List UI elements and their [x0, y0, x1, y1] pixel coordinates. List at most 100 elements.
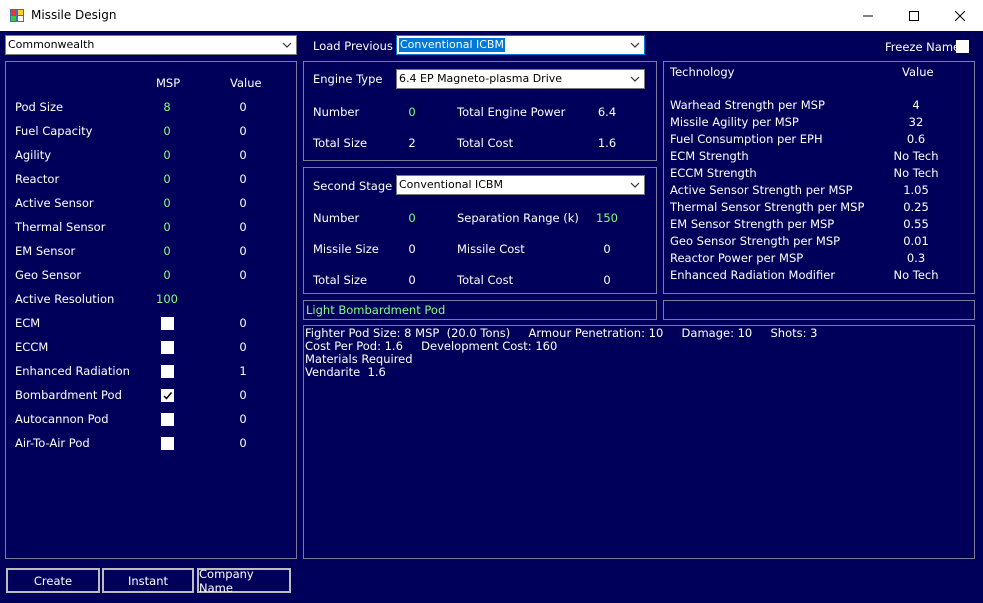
- engine-type-value: 6.4 EP Magneto-plasma Drive: [399, 72, 563, 85]
- component-msp-value[interactable]: 0: [150, 268, 184, 282]
- tech-label: Geo Sensor Strength per MSP: [670, 234, 841, 248]
- component-label: Air-To-Air Pod: [15, 436, 90, 450]
- component-msp-value[interactable]: 8: [150, 100, 184, 114]
- component-msp-value[interactable]: 100: [150, 292, 184, 306]
- missile-cost-label: Missile Cost: [457, 242, 525, 256]
- component-label: Active Sensor: [15, 196, 94, 210]
- minimize-button[interactable]: [845, 0, 891, 31]
- tech-value: No Tech: [893, 166, 939, 180]
- component-value: 0: [239, 100, 247, 114]
- tech-label: Reactor Power per MSP: [670, 251, 804, 265]
- technology-column-header: Technology: [670, 65, 735, 79]
- component-label: Reactor: [15, 172, 60, 186]
- component-msp-value[interactable]: 0: [150, 172, 184, 186]
- freeze-name-checkbox[interactable]: [956, 40, 969, 53]
- window-title: Missile Design: [31, 8, 117, 22]
- component-label: Agility: [15, 148, 52, 162]
- second-stage-total-size-value: 0: [408, 273, 416, 287]
- engine-type-select[interactable]: 6.4 EP Magneto-plasma Drive: [396, 69, 645, 89]
- component-value: 0: [239, 124, 247, 138]
- missile-size-label: Missile Size: [313, 242, 379, 256]
- engine-total-size-value: 2: [408, 136, 416, 150]
- load-previous-value: Conventional ICBM: [399, 38, 505, 52]
- maximize-button[interactable]: [891, 0, 937, 31]
- engine-total-cost-value: 1.6: [597, 136, 617, 150]
- freeze-name-label: Freeze Name: [885, 40, 961, 54]
- component-value: 0: [239, 436, 247, 450]
- tech-label: Warhead Strength per MSP: [670, 98, 825, 112]
- engine-number-value[interactable]: 0: [400, 105, 424, 119]
- tech-label: Thermal Sensor Strength per MSP: [670, 200, 865, 214]
- component-value: 0: [239, 388, 247, 402]
- summary-line: Vendarite 1.6: [305, 365, 386, 379]
- app-icon: [10, 9, 24, 22]
- component-msp-value[interactable]: 0: [150, 220, 184, 234]
- tech-value: No Tech: [893, 268, 939, 282]
- company-name-button[interactable]: Company Name: [197, 567, 291, 595]
- component-value: 0: [239, 148, 247, 162]
- component-checkbox[interactable]: [161, 413, 174, 426]
- component-value: 0: [239, 244, 247, 258]
- component-label: Bombardment Pod: [15, 388, 122, 402]
- component-msp-value[interactable]: 0: [150, 244, 184, 258]
- component-value: 0: [239, 196, 247, 210]
- tech-value: 0.01: [903, 234, 929, 248]
- second-stage-value: Conventional ICBM: [399, 178, 503, 191]
- component-checkbox[interactable]: [161, 341, 174, 354]
- component-value: 1: [239, 364, 247, 378]
- component-value: 0: [239, 220, 247, 234]
- tech-value-column-header: Value: [902, 65, 934, 79]
- total-engine-power-value: 6.4: [597, 105, 617, 119]
- second-stage-number-value[interactable]: 0: [400, 211, 424, 225]
- empire-select[interactable]: Commonwealth: [5, 35, 297, 55]
- chevron-down-icon: [282, 42, 292, 48]
- engine-number-label: Number: [313, 105, 360, 119]
- summary-panel: Fighter Pod Size: 8 MSP (20.0 Tons) Armo…: [303, 325, 975, 559]
- separation-range-value[interactable]: 150: [592, 211, 622, 225]
- second-stage-select[interactable]: Conventional ICBM: [396, 175, 645, 195]
- tech-value: 0.25: [903, 200, 929, 214]
- missile-cost-value: 0: [603, 242, 611, 256]
- component-label: EM Sensor: [15, 244, 76, 258]
- tech-value: 0.55: [903, 217, 929, 231]
- tech-label: Active Sensor Strength per MSP: [670, 183, 853, 197]
- tech-label: EM Sensor Strength per MSP: [670, 217, 835, 231]
- component-checkbox[interactable]: [161, 365, 174, 378]
- tech-value: No Tech: [893, 149, 939, 163]
- component-msp-value[interactable]: 0: [150, 124, 184, 138]
- second-stage-number-label: Number: [313, 211, 360, 225]
- check-icon: [163, 392, 173, 400]
- second-stage-total-cost-value: 0: [603, 273, 611, 287]
- instant-button[interactable]: Instant: [102, 568, 194, 593]
- component-value: 0: [239, 268, 247, 282]
- tech-value: 0.6: [906, 132, 926, 146]
- component-label: Pod Size: [15, 100, 64, 114]
- chevron-down-icon: [630, 76, 640, 82]
- tech-value: 1.05: [903, 183, 929, 197]
- second-stage-total-size-label: Total Size: [313, 273, 368, 287]
- tech-value: 4: [912, 98, 920, 112]
- separation-range-label: Separation Range (k): [457, 211, 579, 225]
- engine-total-cost-label: Total Cost: [457, 136, 514, 150]
- component-label: Autocannon Pod: [15, 412, 109, 426]
- component-checkbox[interactable]: [161, 389, 174, 402]
- value-column-header: Value: [230, 76, 262, 90]
- engine-total-size-label: Total Size: [313, 136, 368, 150]
- chevron-down-icon: [630, 42, 640, 48]
- component-checkbox[interactable]: [161, 317, 174, 330]
- component-msp-value[interactable]: 0: [150, 196, 184, 210]
- load-previous-select[interactable]: Conventional ICBM: [396, 35, 645, 55]
- secondary-name-field[interactable]: [663, 300, 975, 320]
- create-button[interactable]: Create: [6, 568, 100, 593]
- design-name-field[interactable]: Light Bombardment Pod: [303, 300, 657, 320]
- title-bar: Missile Design: [0, 0, 983, 31]
- component-label: Geo Sensor: [15, 268, 82, 282]
- component-value: 0: [239, 340, 247, 354]
- tech-value: 0.3: [906, 251, 926, 265]
- close-icon: [955, 10, 965, 21]
- component-checkbox[interactable]: [161, 437, 174, 450]
- close-button[interactable]: [937, 0, 983, 31]
- component-msp-value[interactable]: 0: [150, 148, 184, 162]
- component-value: 0: [239, 316, 247, 330]
- tech-label: ECM Strength: [670, 149, 749, 163]
